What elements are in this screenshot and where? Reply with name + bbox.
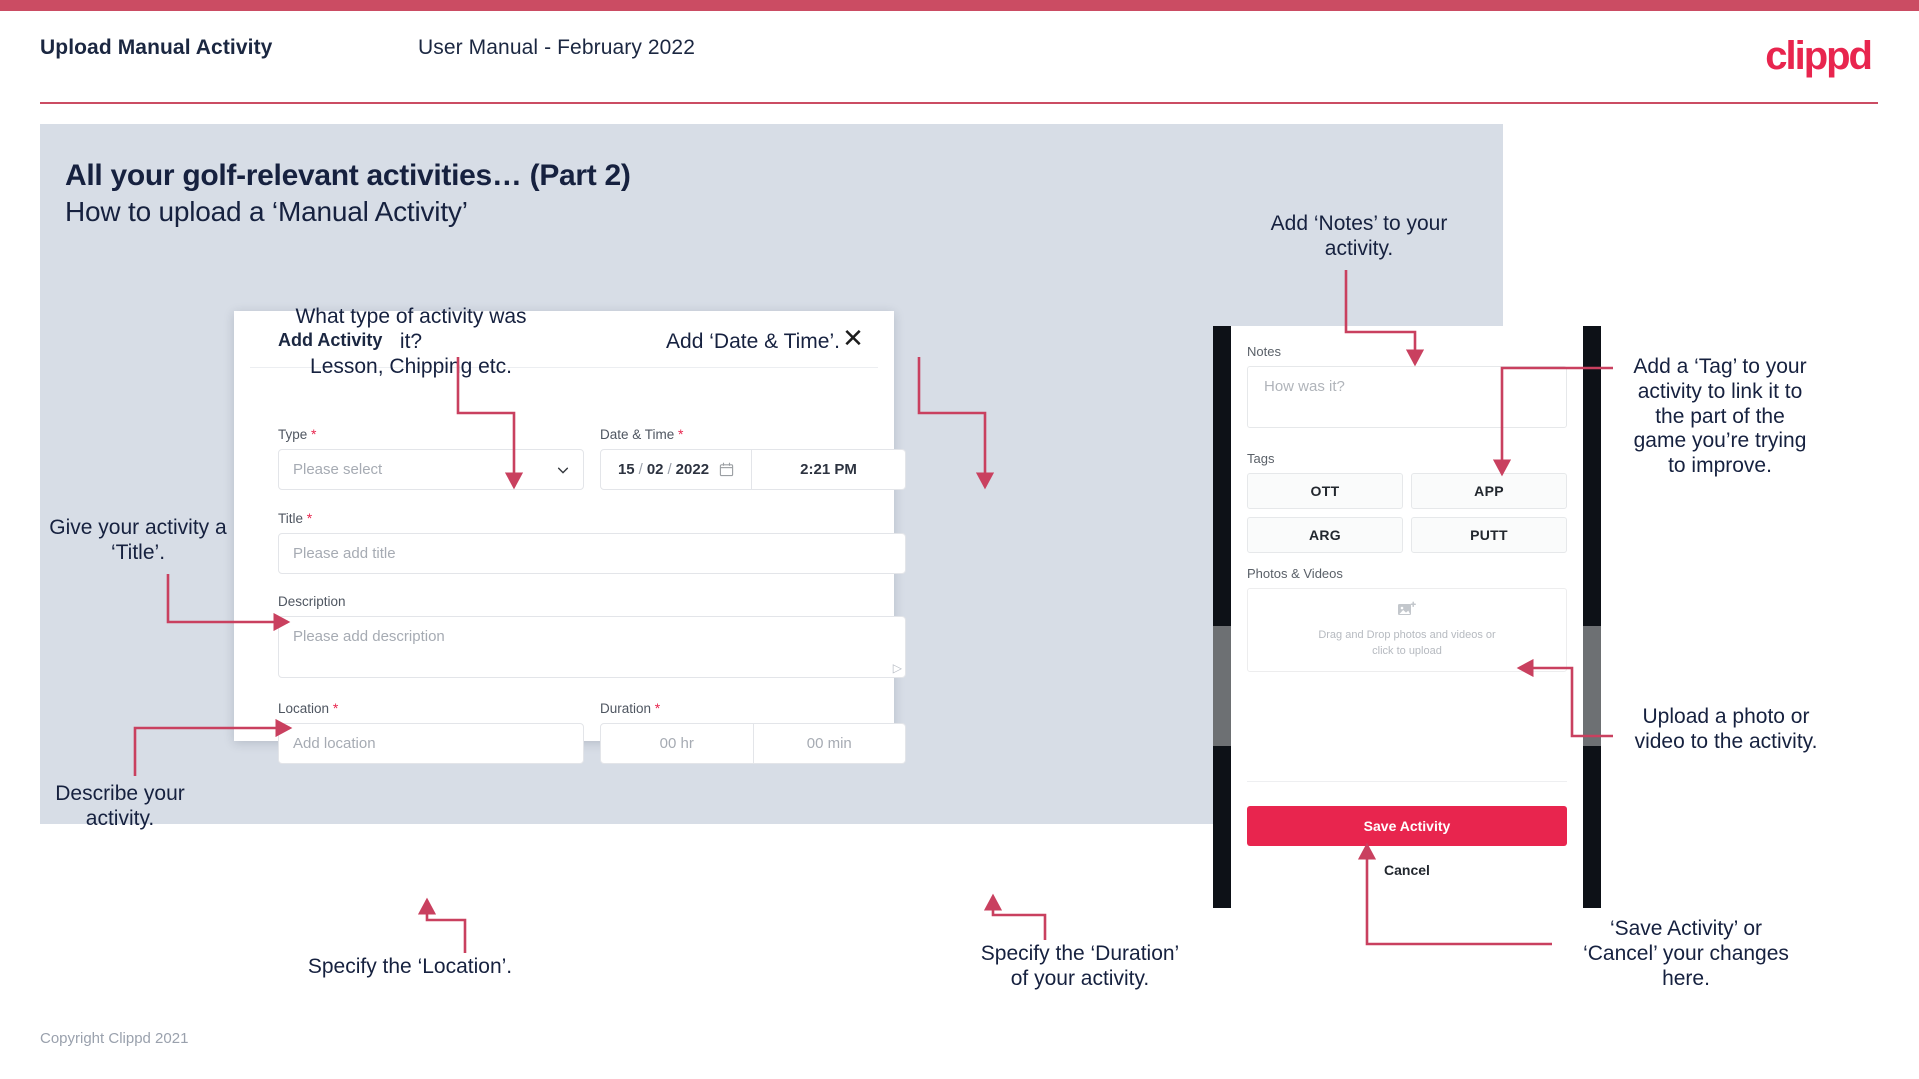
phone-mockup: Notes How was it? Tags OTT APP ARG PUTT … bbox=[1213, 326, 1601, 908]
field-location: Location * Add location bbox=[278, 700, 584, 764]
cancel-button[interactable]: Cancel bbox=[1247, 862, 1567, 878]
row-location-duration: Location * Add location Duration * 00 hr… bbox=[278, 700, 906, 764]
add-image-icon bbox=[1398, 600, 1416, 615]
datetime-group: 15 / 02 / 2022 2:21 PM bbox=[600, 449, 906, 490]
required-mark: * bbox=[332, 700, 339, 716]
date-sep-2: / bbox=[667, 461, 672, 478]
duration-label: Duration * bbox=[600, 700, 661, 716]
title-label: Title * bbox=[278, 510, 313, 526]
title-input[interactable]: Please add title bbox=[278, 533, 906, 574]
dropzone-line-1: Drag and Drop photos and videos or bbox=[1318, 628, 1496, 641]
tag-button-app[interactable]: APP bbox=[1411, 473, 1567, 509]
date-sep-1: / bbox=[638, 461, 643, 478]
phone-bezel-right bbox=[1583, 326, 1601, 908]
duration-minutes-input[interactable]: 00 min bbox=[753, 723, 906, 764]
time-input[interactable]: 2:21 PM bbox=[752, 449, 906, 490]
slide-title: All your golf-relevant activities… (Part… bbox=[65, 159, 631, 192]
annotation-datetime: Add ‘Date & Time’. bbox=[666, 330, 840, 353]
tag-button-putt[interactable]: PUTT bbox=[1411, 517, 1567, 553]
clippd-logo: clippd bbox=[1765, 34, 1873, 78]
resize-handle-icon[interactable]: ▷ bbox=[893, 661, 902, 675]
required-mark: * bbox=[311, 426, 317, 442]
date-day: 15 bbox=[617, 461, 635, 478]
annotation-upload: Upload a photo or video to the activity. bbox=[1634, 705, 1818, 753]
phone-screen: Notes How was it? Tags OTT APP ARG PUTT … bbox=[1231, 326, 1583, 908]
annotation-tags: Add a ‘Tag’ to your activity to link it … bbox=[1633, 355, 1807, 478]
annotation-location: Specify the ‘Location’. bbox=[307, 955, 513, 978]
slide-page: Upload Manual Activity User Manual - Feb… bbox=[0, 0, 1919, 1079]
header-subtitle: User Manual - February 2022 bbox=[418, 36, 695, 59]
dropzone-line-2: click to upload bbox=[1372, 645, 1442, 657]
chevron-down-icon bbox=[557, 467, 569, 474]
calendar-icon[interactable] bbox=[719, 462, 734, 477]
date-month: 02 bbox=[646, 461, 664, 478]
row-type-datetime: Type * Please select Date & Time * 15 / … bbox=[278, 426, 906, 490]
footer-copyright: Copyright Clippd 2021 bbox=[40, 1030, 189, 1047]
field-description: Description Please add description ▷ bbox=[278, 594, 906, 678]
arrow-location bbox=[417, 897, 467, 953]
row-description: Description Please add description ▷ bbox=[278, 594, 906, 678]
annotation-type: What type of activity was it? Lesson, Ch… bbox=[295, 305, 527, 378]
field-datetime: Date & Time * 15 / 02 / 2022 2:21 PM bbox=[600, 426, 906, 490]
photos-label: Photos & Videos bbox=[1247, 566, 1343, 581]
duration-group: 00 hr 00 min bbox=[600, 723, 906, 764]
save-activity-button[interactable]: Save Activity bbox=[1247, 806, 1567, 846]
annotation-notes: Add ‘Notes’ to your activity. bbox=[1270, 212, 1448, 260]
required-mark: * bbox=[678, 426, 684, 442]
datetime-label: Date & Time * bbox=[600, 426, 684, 442]
tag-button-arg[interactable]: ARG bbox=[1247, 517, 1403, 553]
phone-bezel-left bbox=[1213, 326, 1231, 908]
location-placeholder: Add location bbox=[293, 735, 376, 752]
phone-divider bbox=[1247, 781, 1567, 782]
description-label: Description bbox=[278, 594, 346, 609]
type-label: Type * bbox=[278, 426, 317, 442]
duration-hours-input[interactable]: 00 hr bbox=[600, 723, 754, 764]
type-select[interactable]: Please select bbox=[278, 449, 584, 490]
tags-grid: OTT APP ARG PUTT bbox=[1247, 473, 1567, 553]
row-title: Title * Please add title bbox=[278, 510, 906, 574]
required-mark: * bbox=[654, 700, 661, 716]
location-label: Location * bbox=[278, 700, 339, 716]
slide-subtitle: How to upload a ‘Manual Activity’ bbox=[65, 196, 468, 227]
header-divider bbox=[40, 102, 1878, 104]
top-accent-bar bbox=[0, 0, 1919, 11]
header-title: Upload Manual Activity bbox=[40, 36, 273, 59]
tags-section: Tags OTT APP ARG PUTT bbox=[1247, 451, 1567, 553]
annotation-duration: Specify the ‘Duration’ of your activity. bbox=[980, 942, 1180, 990]
notes-input[interactable]: How was it? bbox=[1247, 366, 1567, 428]
photos-section: Photos & Videos Drag and Drop photos and… bbox=[1247, 566, 1567, 672]
description-placeholder: Please add description bbox=[293, 628, 445, 645]
tag-button-ott[interactable]: OTT bbox=[1247, 473, 1403, 509]
notes-label: Notes bbox=[1247, 344, 1281, 359]
required-mark: * bbox=[306, 510, 313, 526]
notes-section: Notes How was it? bbox=[1247, 344, 1567, 428]
tags-label: Tags bbox=[1247, 451, 1275, 466]
title-placeholder: Please add title bbox=[293, 545, 396, 562]
field-duration: Duration * 00 hr 00 min bbox=[600, 700, 906, 764]
annotation-description: Describe your activity. bbox=[55, 782, 185, 830]
field-type: Type * Please select bbox=[278, 426, 584, 490]
date-input[interactable]: 15 / 02 / 2022 bbox=[600, 449, 752, 490]
annotation-save: ‘Save Activity’ or ‘Cancel’ your changes… bbox=[1583, 917, 1789, 990]
photo-dropzone[interactable]: Drag and Drop photos and videos or click… bbox=[1247, 588, 1567, 672]
description-textarea[interactable]: Please add description ▷ bbox=[278, 616, 906, 678]
field-title: Title * Please add title bbox=[278, 510, 906, 574]
date-year: 2022 bbox=[675, 461, 710, 478]
arrow-duration bbox=[983, 893, 1047, 940]
location-input[interactable]: Add location bbox=[278, 723, 584, 764]
annotation-title: Give your activity a ‘Title’. bbox=[49, 516, 227, 564]
notes-placeholder: How was it? bbox=[1264, 378, 1345, 395]
dropzone-text: Drag and Drop photos and videos or click… bbox=[1318, 627, 1495, 660]
type-placeholder: Please select bbox=[293, 461, 383, 478]
